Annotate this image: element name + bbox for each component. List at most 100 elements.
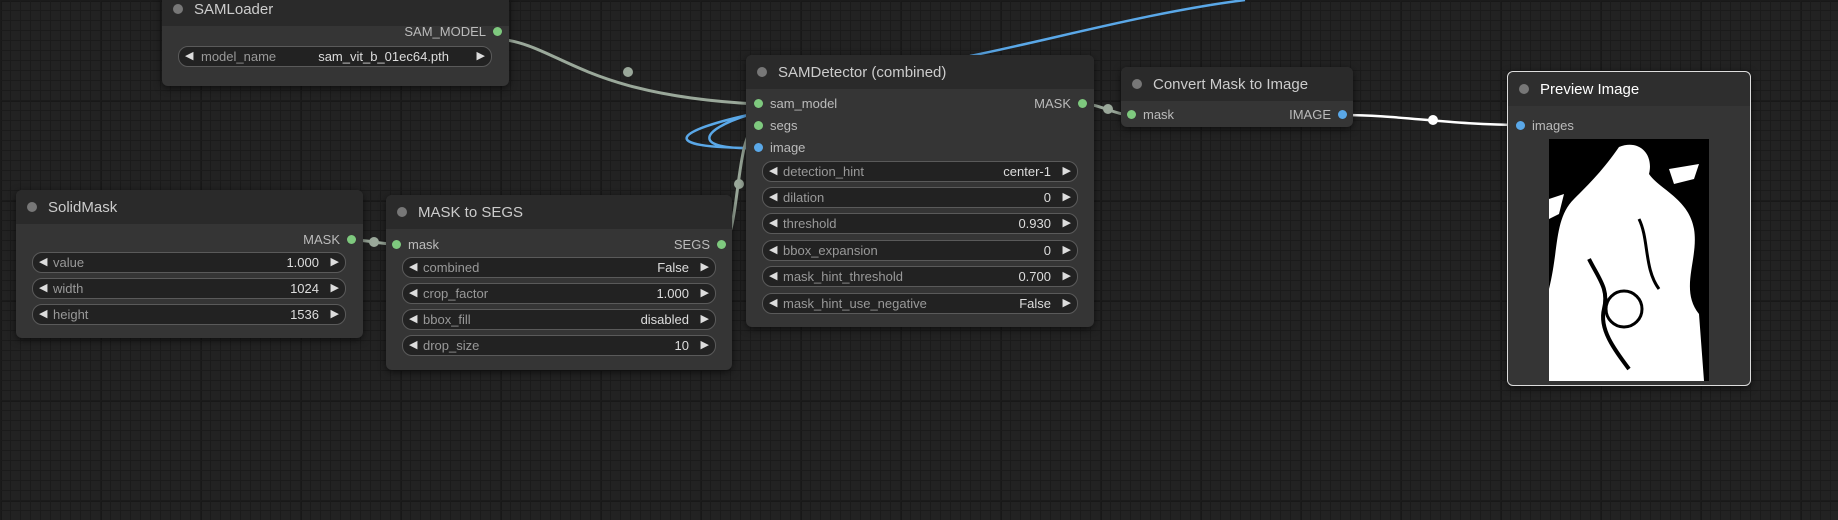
node-sam-loader[interactable]: SAMLoader SAM_MODEL ◀ model_name sam_vit… [162,0,509,86]
arrow-right-icon[interactable]: ▶ [701,338,709,351]
widget-name: dilation [783,190,825,205]
input-slot-mask[interactable]: mask [1127,107,1227,123]
node-title: SAMLoader [194,1,274,18]
arrow-left-icon[interactable]: ◀ [39,307,47,320]
node-preview-image[interactable]: Preview Image images [1507,71,1751,386]
arrow-left-icon[interactable]: ◀ [39,281,47,294]
node-title: Convert Mask to Image [1153,76,1309,93]
arrow-right-icon[interactable]: ▶ [701,286,709,299]
arrow-right-icon[interactable]: ▶ [701,312,709,325]
slot-dot-icon[interactable] [493,27,502,36]
widget-name: height [53,307,89,322]
arrow-left-icon[interactable]: ◀ [769,164,777,177]
widget-crop-factor[interactable]: ◀ crop_factor 1.000 ▶ [402,283,716,304]
link-image-top[interactable] [969,0,1246,58]
arrow-left-icon[interactable]: ◀ [409,260,417,273]
reroute-dot[interactable] [1428,115,1438,125]
node-title-bar[interactable]: MASK to SEGS [386,195,732,229]
widget-model-name[interactable]: ◀ model_name sam_vit_b_01ec64.pth ▶ [178,46,492,67]
arrow-left-icon[interactable]: ◀ [769,216,777,229]
arrow-right-icon[interactable]: ▶ [1063,216,1071,229]
reroute-dot[interactable] [1103,104,1113,114]
arrow-right-icon[interactable]: ▶ [1063,296,1071,309]
arrow-left-icon[interactable]: ◀ [769,190,777,203]
output-slot-image[interactable]: IMAGE [1247,107,1347,123]
widget-mask-hint-use-negative[interactable]: ◀ mask_hint_use_negative False ▶ [762,293,1078,314]
preview-mask-image[interactable] [1549,139,1709,381]
slot-dot-icon[interactable] [754,143,763,152]
node-mask-to-segs[interactable]: MASK to SEGS mask SEGS ◀ combined False … [386,195,732,370]
arrow-right-icon[interactable]: ▶ [331,255,339,268]
collapse-dot-icon[interactable] [27,202,37,212]
node-title: Preview Image [1540,81,1640,98]
arrow-left-icon[interactable]: ◀ [769,243,777,256]
widget-value-text: 1.000 [286,255,319,270]
node-title-bar[interactable]: SAMDetector (combined) [746,55,1094,89]
node-sam-detector[interactable]: SAMDetector (combined) sam_model segs im… [746,55,1094,327]
node-title-bar[interactable]: Convert Mask to Image [1121,67,1353,101]
node-title-bar[interactable]: SAMLoader [162,0,509,26]
node-title-bar[interactable]: SolidMask [16,190,363,224]
arrow-left-icon[interactable]: ◀ [185,49,193,62]
slot-dot-icon[interactable] [1127,110,1136,119]
reroute-dot[interactable] [369,237,379,247]
widget-detection-hint[interactable]: ◀ detection_hint center-1 ▶ [762,161,1078,182]
collapse-dot-icon[interactable] [1519,84,1529,94]
input-slot-mask[interactable]: mask [392,237,492,253]
arrow-right-icon[interactable]: ▶ [1063,243,1071,256]
arrow-right-icon[interactable]: ▶ [1063,164,1071,177]
node-solid-mask[interactable]: SolidMask MASK ◀ value 1.000 ▶ ◀ width 1… [16,190,363,338]
output-slot-mask[interactable]: MASK [987,96,1087,112]
arrow-right-icon[interactable]: ▶ [701,260,709,273]
arrow-left-icon[interactable]: ◀ [409,312,417,325]
collapse-dot-icon[interactable] [757,67,767,77]
slot-dot-icon[interactable] [754,121,763,130]
widget-name: crop_factor [423,286,489,301]
widget-threshold[interactable]: ◀ threshold 0.930 ▶ [762,213,1078,234]
slot-dot-icon[interactable] [1338,110,1347,119]
input-slot-sam-model[interactable]: sam_model [754,96,904,112]
input-slot-image[interactable]: image [754,140,904,156]
slot-dot-icon[interactable] [1516,121,1525,130]
input-slot-segs[interactable]: segs [754,118,904,134]
widget-height[interactable]: ◀ height 1536 ▶ [32,304,346,325]
output-slot-segs[interactable]: SEGS [626,237,726,253]
arrow-right-icon[interactable]: ▶ [331,307,339,320]
slot-label: images [1532,118,1574,133]
output-slot-sam-model[interactable]: SAM_MODEL [352,24,502,40]
arrow-left-icon[interactable]: ◀ [39,255,47,268]
arrow-right-icon[interactable]: ▶ [1063,269,1071,282]
output-slot-mask[interactable]: MASK [256,232,356,248]
widget-dilation[interactable]: ◀ dilation 0 ▶ [762,187,1078,208]
widget-value[interactable]: ◀ value 1.000 ▶ [32,252,346,273]
slot-dot-icon[interactable] [347,235,356,244]
arrow-right-icon[interactable]: ▶ [1063,190,1071,203]
slot-dot-icon[interactable] [717,240,726,249]
reroute-dot[interactable] [623,67,633,77]
widget-value-text: False [657,260,689,275]
slot-dot-icon[interactable] [392,240,401,249]
arrow-right-icon[interactable]: ▶ [477,49,485,62]
widget-value-text: 0 [1043,243,1051,258]
slot-dot-icon[interactable] [754,99,763,108]
arrow-left-icon[interactable]: ◀ [769,269,777,282]
node-title-bar[interactable]: Preview Image [1508,72,1750,106]
arrow-left-icon[interactable]: ◀ [409,286,417,299]
collapse-dot-icon[interactable] [397,207,407,217]
widget-drop-size[interactable]: ◀ drop_size 10 ▶ [402,335,716,356]
widget-width[interactable]: ◀ width 1024 ▶ [32,278,346,299]
collapse-dot-icon[interactable] [173,4,183,14]
reroute-dot[interactable] [734,179,744,189]
collapse-dot-icon[interactable] [1132,79,1142,89]
widget-value-text: 0.700 [1018,269,1051,284]
widget-combined[interactable]: ◀ combined False ▶ [402,257,716,278]
widget-bbox-fill[interactable]: ◀ bbox_fill disabled ▶ [402,309,716,330]
slot-dot-icon[interactable] [1078,99,1087,108]
widget-bbox-expansion[interactable]: ◀ bbox_expansion 0 ▶ [762,240,1078,261]
input-slot-images[interactable]: images [1516,118,1616,134]
node-convert-mask-to-image[interactable]: Convert Mask to Image mask IMAGE [1121,67,1353,127]
arrow-left-icon[interactable]: ◀ [769,296,777,309]
arrow-right-icon[interactable]: ▶ [331,281,339,294]
arrow-left-icon[interactable]: ◀ [409,338,417,351]
widget-mask-hint-threshold[interactable]: ◀ mask_hint_threshold 0.700 ▶ [762,266,1078,287]
